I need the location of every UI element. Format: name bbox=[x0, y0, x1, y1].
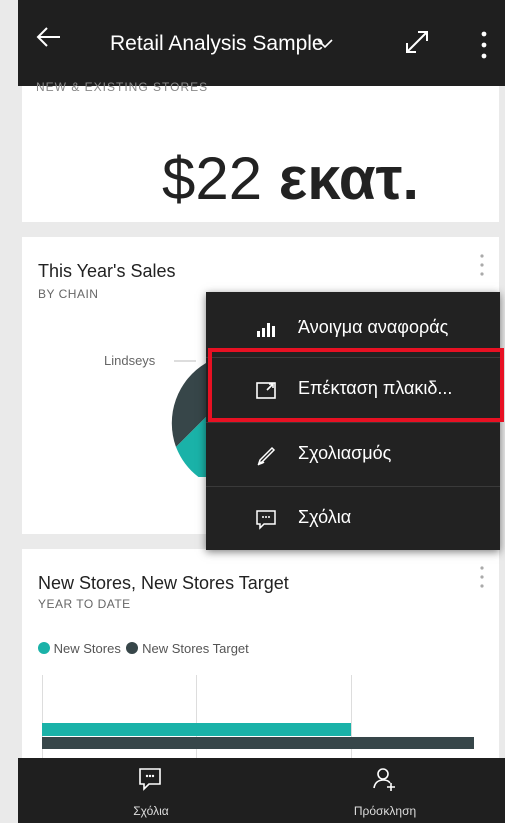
tile-title: This Year's Sales bbox=[38, 261, 176, 281]
top-app-bar: Retail Analysis Sample bbox=[18, 0, 505, 86]
legend-dot-new-stores bbox=[38, 642, 50, 654]
menu-item-label: Σχόλια bbox=[298, 507, 352, 527]
report-title[interactable]: Retail Analysis Sample bbox=[110, 32, 324, 56]
comment-icon bbox=[139, 768, 161, 791]
legend-new-stores: New Stores bbox=[53, 641, 121, 656]
kpi-number: $22 bbox=[162, 145, 263, 212]
bottom-action-bar: Σχόλια Πρόσκληση bbox=[18, 758, 505, 823]
tile-subtitle: NEW & EXISTING STORES bbox=[36, 80, 209, 94]
add-person-icon bbox=[373, 768, 395, 791]
new-existing-stores-tile[interactable]: NEW & EXISTING STORES $22 εκατ. bbox=[22, 80, 499, 222]
back-arrow-icon[interactable] bbox=[34, 22, 64, 52]
chart-legend: New Stores New Stores Target bbox=[38, 641, 249, 656]
menu-item-annotate[interactable]: Σχολιασμός bbox=[206, 422, 500, 485]
chevron-down-icon[interactable] bbox=[315, 35, 335, 51]
annotate-pen-icon bbox=[257, 446, 276, 466]
highlight-box bbox=[208, 348, 504, 422]
tile-subtitle: YEAR TO DATE bbox=[38, 597, 131, 611]
invite-label: Πρόσκληση bbox=[353, 804, 417, 818]
comments-label: Σχόλια bbox=[133, 804, 169, 818]
legend-dot-new-stores-target bbox=[126, 642, 139, 654]
comments-button[interactable]: Σχόλια bbox=[81, 758, 221, 823]
bar-new-stores-target bbox=[42, 737, 474, 749]
menu-item-label: Σχολιασμός bbox=[298, 443, 392, 463]
tile-more-icon[interactable] bbox=[479, 565, 485, 589]
legend-new-stores-target: New Stores Target bbox=[142, 641, 249, 656]
more-vertical-icon[interactable] bbox=[471, 28, 497, 62]
menu-item-comments[interactable]: Σχόλια bbox=[206, 486, 500, 549]
bar-new-stores bbox=[42, 723, 351, 736]
invite-button[interactable]: Πρόσκληση bbox=[315, 758, 455, 823]
expand-icon[interactable] bbox=[402, 27, 432, 57]
tile-subtitle: BY CHAIN bbox=[38, 287, 99, 301]
pie-label: Lindseys bbox=[104, 353, 156, 368]
menu-item-label: Άνοιγμα αναφοράς bbox=[298, 317, 449, 337]
tile-title: New Stores, New Stores Target bbox=[38, 573, 289, 593]
new-stores-tile[interactable]: New Stores, New Stores Target YEAR TO DA… bbox=[22, 549, 499, 759]
kpi-value: $22 εκατ. bbox=[162, 144, 419, 213]
tile-more-icon[interactable] bbox=[479, 253, 485, 277]
report-icon bbox=[257, 323, 275, 337]
kpi-unit: εκατ. bbox=[278, 145, 420, 212]
comment-icon bbox=[256, 510, 276, 530]
